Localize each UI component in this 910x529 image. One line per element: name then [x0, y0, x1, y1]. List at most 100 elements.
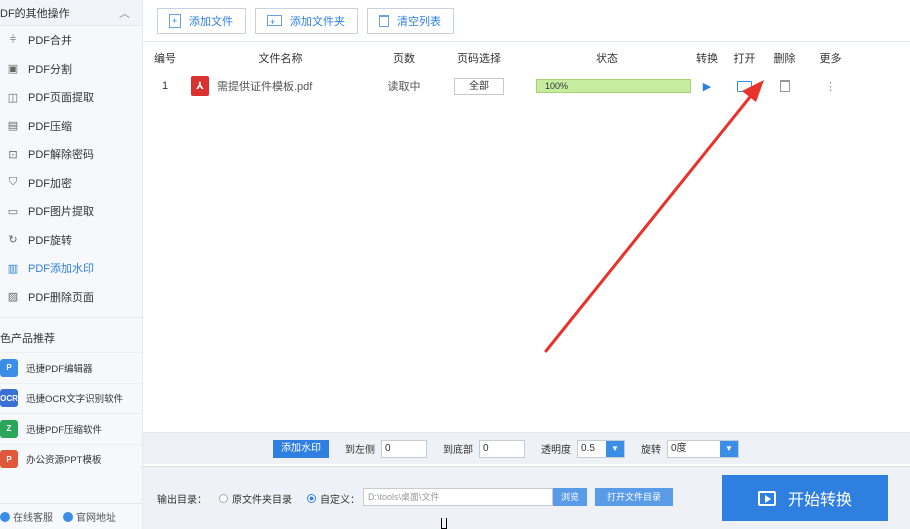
promo-label: 办公资源PPT模板	[26, 455, 102, 467]
sidebar-item-split[interactable]: ▣ PDF分割	[0, 55, 142, 84]
headset-icon	[0, 511, 10, 522]
toolbar: 添加文件 添加文件夹 清空列表	[143, 0, 910, 42]
sidebar-item-merge[interactable]: ⫩ PDF合并	[0, 26, 142, 55]
header-more: 更多	[819, 53, 842, 65]
radio-original-label: 原文件夹目录	[232, 495, 292, 506]
opacity-value: 0.5	[581, 442, 595, 454]
sidebar-header[interactable]: DF的其他操作 ︿	[0, 0, 142, 26]
to-left-input[interactable]: 0	[381, 439, 427, 458]
website-label: 官网地址	[76, 513, 116, 524]
progress-text: 100%	[545, 81, 569, 91]
app-logo-icon: OCR	[0, 389, 18, 408]
add-folder-button[interactable]: 添加文件夹	[255, 7, 358, 34]
sidebar-item-label: PDF合并	[28, 35, 72, 48]
sidebar: DF的其他操作 ︿ ⫩ PDF合并 ▣ PDF分割 ◫ PDF页面提取 ▤ PDF压缩 ⊡ PDF…	[0, 0, 143, 529]
promo-label: 迅捷PDF压缩软件	[26, 424, 103, 436]
start-convert-label: 开始转换	[787, 492, 852, 509]
sidebar-footer: 在线客服 官网地址	[0, 503, 142, 529]
row-convert: ▶	[690, 80, 724, 93]
radio-original-folder[interactable]: 原文件夹目录	[219, 491, 292, 506]
row-more: ⋮	[804, 80, 857, 93]
radio-custom-folder[interactable]: 自定义：	[307, 491, 360, 506]
play-box-icon	[757, 490, 776, 506]
promo-item[interactable]: Z 迅捷PDF压缩软件	[0, 413, 142, 444]
more-vertical-icon[interactable]: ⋮	[825, 81, 836, 93]
header-status: 状态	[596, 53, 618, 65]
online-service-label: 在线客服	[13, 513, 53, 524]
sidebar-item-watermark[interactable]: ▥ PDF添加水印	[0, 254, 142, 283]
progress-bar: 100%	[536, 79, 691, 93]
play-icon[interactable]: ▶	[703, 81, 711, 93]
add-folder-icon	[267, 15, 282, 28]
promo-label: 迅捷PDF编辑器	[26, 363, 93, 375]
output-label: 输出目录：	[157, 495, 207, 506]
promo-item[interactable]: OCR 迅捷OCR文字识别软件	[0, 382, 142, 414]
sidebar-item-label: PDF旋转	[28, 234, 72, 247]
section-title: 色产品推荐	[0, 333, 55, 345]
sidebar-item-extract-page[interactable]: ◫ PDF页面提取	[0, 83, 142, 112]
website-link[interactable]: 官网地址	[63, 509, 116, 524]
pdf-file-icon: ⅄	[191, 76, 209, 96]
split-icon: ▣	[7, 63, 19, 76]
sidebar-item-label: PDF删除页面	[28, 291, 94, 304]
table-row[interactable]: 1 ⅄ 需提供证件模板.pdf 读取中 全部 100% ▶ ⋮	[143, 76, 910, 96]
to-left-label: 到左侧	[345, 445, 375, 456]
opacity-select[interactable]: 0.5 ▼	[577, 439, 625, 458]
table-header: 编号 文件名称 页数 页码选择 状态 转换 打开 删除 更多	[143, 49, 910, 67]
add-folder-label: 添加文件夹	[290, 15, 345, 28]
clear-list-button[interactable]: 清空列表	[367, 7, 454, 34]
row-open	[724, 80, 765, 92]
header-open: 打开	[733, 53, 756, 65]
watermark-icon: ▥	[7, 262, 19, 275]
unlock-icon: ⊡	[8, 148, 18, 161]
sidebar-item-delete-page[interactable]: ▨ PDF删除页面	[0, 283, 142, 312]
chevron-up-icon[interactable]: ︿	[119, 5, 130, 21]
row-status: 100%	[524, 79, 691, 93]
sidebar-item-compress[interactable]: ▤ PDF压缩	[0, 112, 142, 141]
compress-icon: ▤	[7, 120, 19, 133]
promo-label: 迅捷OCR文字识别软件	[26, 394, 124, 406]
sidebar-item-label: PDF页面提取	[28, 92, 94, 105]
sidebar-item-unlock[interactable]: ⊡ PDF解除密码	[0, 140, 142, 169]
sidebar-item-shield[interactable]: ⛉ PDF加密	[0, 169, 142, 198]
online-service-link[interactable]: 在线客服	[0, 509, 53, 524]
folder-open-icon[interactable]	[737, 80, 752, 92]
radio-custom-label: 自定义：	[320, 495, 360, 506]
header-no: 编号	[154, 53, 176, 65]
to-bottom-label: 到底部	[443, 445, 473, 456]
start-convert-button[interactable]: 开始转换	[722, 475, 888, 521]
sidebar-item-label: PDF解除密码	[28, 149, 94, 162]
row-filename: ⅄ 需提供证件模板.pdf	[187, 76, 374, 96]
row-no: 1	[161, 80, 169, 92]
promo-item[interactable]: P 迅捷PDF编辑器	[0, 352, 142, 383]
opacity-label: 透明度	[541, 445, 571, 456]
app-window: DF的其他操作 ︿ ⫩ PDF合并 ▣ PDF分割 ◫ PDF页面提取 ▤ PDF压缩 ⊡ PDF…	[0, 0, 910, 529]
sidebar-item-label: PDF图片提取	[28, 206, 94, 219]
sidebar-item-label: PDF分割	[28, 63, 72, 76]
add-file-label: 添加文件	[189, 15, 233, 28]
header-page-select: 页码选择	[457, 53, 501, 65]
sidebar-item-label: PDF添加水印	[28, 263, 94, 276]
sidebar-item-rotate[interactable]: ↻ PDF旋转	[0, 226, 142, 255]
header-convert: 转换	[696, 53, 718, 65]
promo-item[interactable]: P 办公资源PPT模板	[0, 443, 142, 475]
trash-icon[interactable]	[779, 80, 790, 92]
page-select-button[interactable]: 全部	[454, 77, 504, 95]
open-directory-button[interactable]: 打开文件目录	[595, 488, 673, 506]
row-delete	[765, 80, 804, 92]
shield-icon: ⛉	[8, 176, 18, 189]
add-watermark-button[interactable]: 添加水印	[273, 439, 329, 458]
add-file-button[interactable]: 添加文件	[157, 7, 246, 34]
app-logo-icon: Z	[0, 419, 18, 438]
chevron-down-icon: ▼	[720, 440, 738, 457]
header-pages: 页数	[393, 53, 415, 65]
to-bottom-input[interactable]: 0	[479, 439, 525, 458]
output-path-field[interactable]: D:\tools\桌面\文件	[363, 488, 553, 506]
browse-button[interactable]: 浏览	[553, 488, 587, 506]
extract-page-icon: ◫	[7, 91, 19, 104]
app-logo-icon: P	[0, 358, 18, 377]
clear-list-label: 清空列表	[397, 15, 441, 28]
rotate-select[interactable]: 0度 ▼	[667, 439, 739, 458]
sidebar-item-image[interactable]: ▭ PDF图片提取	[0, 197, 142, 226]
output-bar: 输出目录： 原文件夹目录 自定义： D:\tools\桌面\文件 浏览 打开文件…	[143, 466, 910, 529]
